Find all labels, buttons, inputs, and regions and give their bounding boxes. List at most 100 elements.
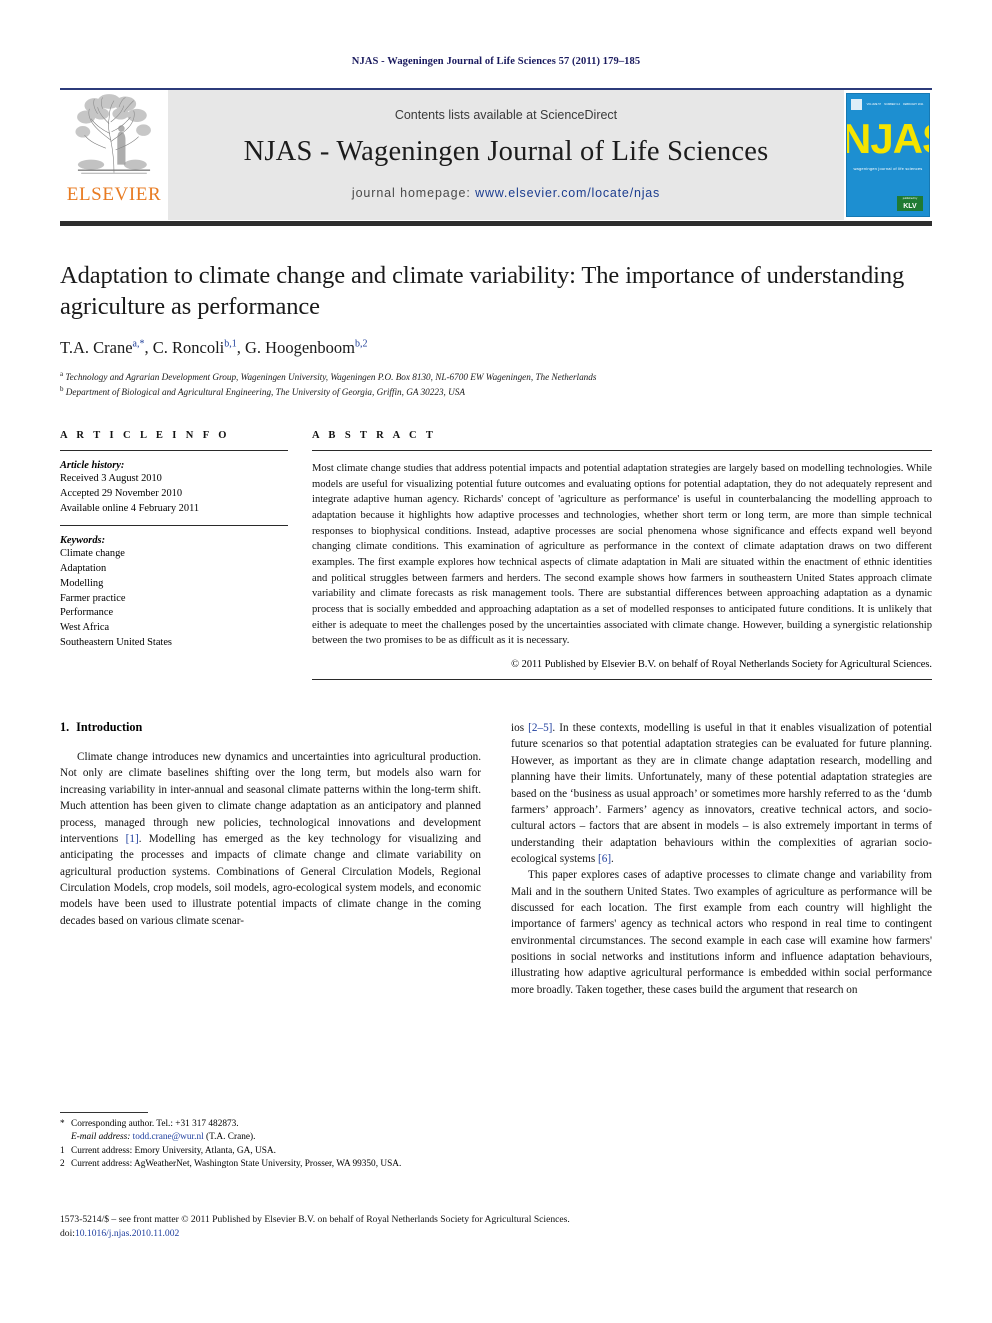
journal-article-page: NJAS - Wageningen Journal of Life Scienc… (0, 0, 992, 1323)
footnote-mark: * (60, 1119, 65, 1129)
homepage-label: journal homepage: (351, 186, 471, 200)
divider (60, 525, 288, 527)
doi-line: doi:10.1016/j.njas.2010.11.002 (60, 1227, 932, 1241)
keyword-item: Modelling (60, 577, 104, 589)
running-head: NJAS - Wageningen Journal of Life Scienc… (351, 56, 641, 67)
footnote-text: Current address: Emory University, Atlan… (71, 1145, 276, 1156)
body-column-right: ios [2–5]. In these contexts, modelling … (511, 720, 932, 998)
email-link[interactable]: todd.crane@wur.nl (133, 1132, 204, 1142)
email-address-label: E-mail address: (71, 1132, 131, 1143)
author-list: T.A. Cranea,*, C. Roncolib,1, G. Hoogenb… (60, 337, 368, 357)
article-info-heading: A R T I C L E I N F O (60, 430, 230, 442)
article-history-label: Article history: (60, 460, 125, 472)
elsevier-logo: ELSEVIER (60, 90, 168, 220)
masthead-bottom-rule (60, 221, 932, 226)
affiliation-text: Technology and Agrarian Development Grou… (65, 371, 597, 382)
affiliation-item: a Technology and Agrarian Development Gr… (60, 369, 932, 385)
article-info-column: A R T I C L E I N F O Article history: R… (60, 430, 288, 680)
divider (312, 679, 932, 681)
affiliation-mark: a (60, 369, 64, 378)
footnote-current-address-2: 2 Current address: AgWeatherNet, Washingt… (60, 1158, 480, 1171)
abstract-heading: A B S T R A C T (312, 430, 437, 442)
footnote-text: (T.A. Crane). (203, 1132, 256, 1143)
author-name: T.A. Crane (60, 337, 133, 357)
affiliation-item: b Department of Biological and Agricultu… (60, 384, 932, 400)
author-name: G. Hoogenboom (245, 337, 356, 357)
footnote-block: * Corresponding author. Tel.: +31 317 482… (60, 1112, 480, 1172)
page-footer: 1573-5214/$ – see front matter © 2011 Pu… (60, 1213, 932, 1242)
journal-title: NJAS - Wageningen Journal of Life Scienc… (243, 136, 769, 167)
paragraph: Climate change introduces new dynamics a… (60, 749, 481, 929)
journal-cover-thumbnail: VOLUME 57NUMBER 3-4FEBRUARY 2011 NJAS wa… (844, 90, 932, 220)
cover-issue-line: VOLUME 57 NUMBER 3-4 FEBRUARY 2011 (866, 103, 924, 106)
author-mark: a,* (132, 338, 145, 350)
journal-homepage: journal homepage: www.elsevier.com/locat… (352, 186, 660, 200)
klv-society-logo: published by KLV (897, 196, 923, 211)
cover-badge-icon (851, 99, 862, 110)
history-received: Received 3 August 2010 (60, 473, 162, 485)
paragraph-text: Climate change introduces new dynamics a… (60, 751, 481, 845)
citation-reference[interactable]: [2–5] (528, 722, 552, 734)
elsevier-wordmark: ELSEVIER (66, 184, 162, 205)
cover-title: NJAS (846, 115, 929, 162)
footnote-text: Current address: AgWeatherNet, Washingto… (71, 1159, 402, 1170)
footnote-email: E-mail address: todd.crane@wur.nl (T.A. … (60, 1131, 480, 1144)
doi-label: doi: (60, 1228, 75, 1240)
keyword-item: Adaptation (60, 563, 107, 575)
author-name: C. Roncoli (152, 337, 225, 357)
contents-lists-text: Contents lists available at ScienceDirec… (394, 108, 618, 122)
abstract-text: Most climate change studies that address… (312, 463, 932, 647)
info-abstract-row: A R T I C L E I N F O Article history: R… (60, 430, 932, 681)
doi-link[interactable]: 10.1016/j.njas.2010.11.002 (75, 1228, 179, 1239)
keywords-block: Keywords: Climate change Adaptation Mode… (60, 535, 288, 650)
author-mark: b,2 (355, 338, 368, 350)
cover-subtitle: wageningen journal of life sciences (853, 166, 923, 171)
footnote-text: Corresponding author. Tel.: +31 317 4828… (71, 1119, 239, 1129)
section-title: Introduction (76, 720, 143, 735)
title-block: Adaptation to climate change and climate… (60, 260, 932, 400)
keyword-item: Farmer practice (60, 592, 126, 604)
keyword-item: Climate change (60, 548, 125, 560)
footnote-mark: 1 (60, 1145, 65, 1156)
keyword-item: Performance (60, 607, 114, 619)
paragraph-text-end: . (611, 852, 614, 865)
keyword-item: Southeastern United States (60, 636, 172, 648)
keyword-item: West Africa (60, 622, 110, 634)
history-available-online: Available online 4 February 2011 (60, 502, 200, 514)
divider (60, 450, 288, 452)
footnote-rule (60, 1112, 148, 1113)
paragraph: This paper explores cases of adaptive pr… (511, 869, 932, 996)
abstract-column: A B S T R A C T Most climate change stud… (312, 430, 932, 681)
sciencedirect-banner: Contents lists available at ScienceDirec… (168, 90, 844, 220)
affiliation-list: a Technology and Agrarian Development Gr… (60, 369, 932, 400)
issn-copyright-line: 1573-5214/$ – see front matter © 2011 Pu… (60, 1214, 570, 1225)
body-column-left: 1. Introduction Climate change introduces… (60, 720, 481, 998)
affiliation-mark: b (60, 385, 64, 394)
klv-logo-caption: published by (902, 197, 918, 200)
citation-reference[interactable]: [1] (126, 833, 139, 845)
history-accepted: Accepted 29 November 2010 (60, 487, 183, 499)
abstract-copyright: © 2011 Published by Elsevier B.V. on beh… (511, 659, 932, 671)
paragraph: ios [2–5]. In these contexts, modelling … (511, 720, 932, 867)
paragraph-text-start: ios (511, 722, 529, 735)
affiliation-text: Department of Biological and Agricultura… (65, 387, 465, 398)
footnote-current-address-1: 1 Current address: Emory University, Atla… (60, 1145, 480, 1158)
footnote-mark: 2 (60, 1159, 65, 1170)
page-title: Adaptation to climate change and climate… (60, 262, 905, 321)
paragraph-text: . Modelling has emerged as the key techn… (60, 832, 481, 927)
cover-topbar: VOLUME 57 NUMBER 3-4 FEBRUARY 2011 (851, 99, 925, 110)
section-heading-introduction: 1. Introduction (60, 720, 481, 735)
cover-image: VOLUME 57NUMBER 3-4FEBRUARY 2011 NJAS wa… (846, 93, 930, 217)
klv-logo-text: KLV (903, 203, 917, 210)
footnote-corresponding-author: * Corresponding author. Tel.: +31 317 482… (60, 1118, 480, 1131)
author-mark: b,1 (224, 338, 237, 350)
divider (312, 450, 932, 452)
homepage-url-link[interactable]: www.elsevier.com/locate/njas (475, 186, 660, 200)
paragraph-text: . In these contexts, modelling is useful… (511, 722, 932, 865)
journal-masthead: ELSEVIER Contents lists available at Sci… (60, 88, 932, 220)
keywords-label: Keywords: (60, 535, 106, 547)
elsevier-tree-icon (75, 94, 151, 174)
body-columns: 1. Introduction Climate change introduces… (60, 720, 932, 998)
citation-reference[interactable]: [6] (598, 853, 611, 865)
section-number: 1. (60, 720, 70, 735)
